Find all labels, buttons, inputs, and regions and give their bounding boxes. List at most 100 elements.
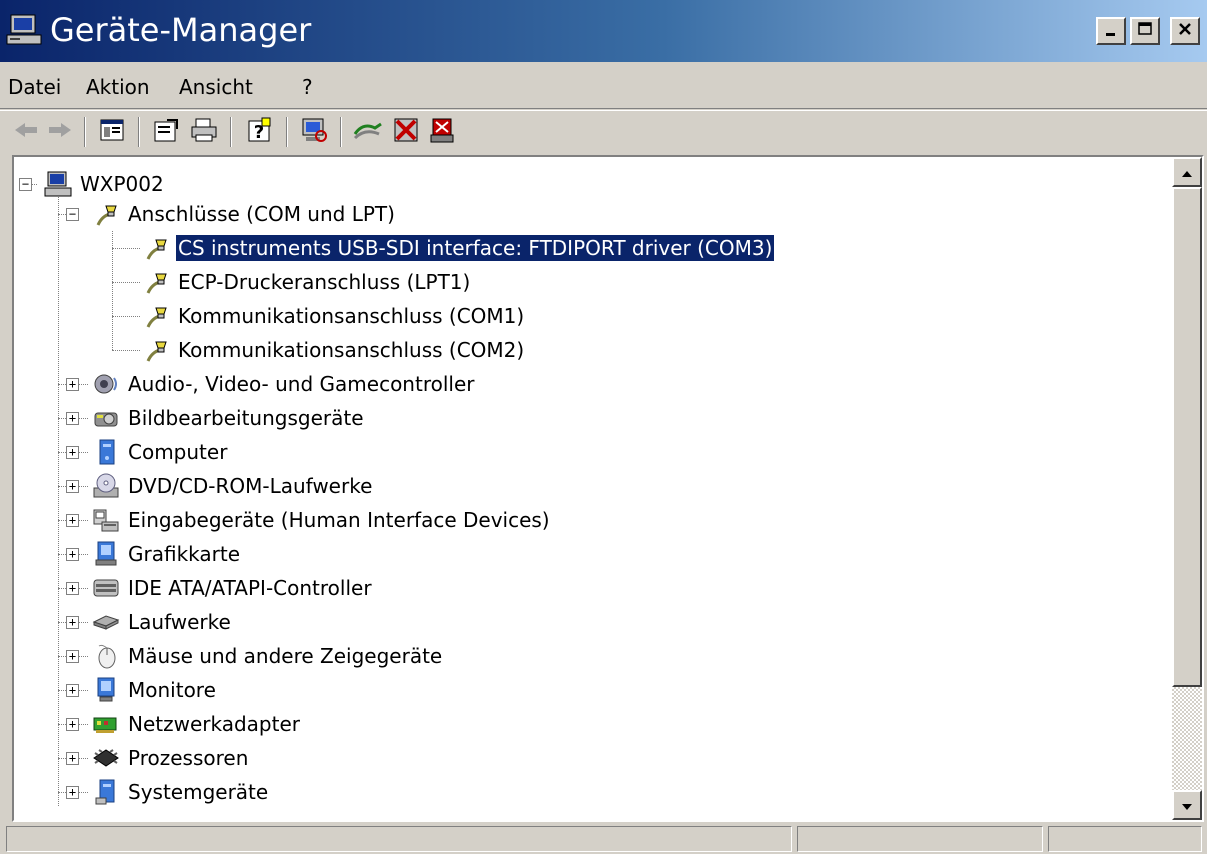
tree-category-label: Systemgeräte (128, 780, 269, 804)
menu-ansicht[interactable]: Ansicht (179, 74, 253, 100)
tree-category-imaging[interactable]: Bildbearbeitungsgeräte (92, 402, 366, 434)
tree-category-ide[interactable]: IDE ATA/ATAPI-Controller (92, 572, 374, 604)
console-tree-button[interactable] (96, 117, 128, 147)
expand-toggle[interactable]: + (66, 616, 79, 629)
expand-toggle[interactable]: + (66, 480, 79, 493)
computer-tower-icon (92, 438, 120, 466)
help-button[interactable]: ? (244, 117, 276, 147)
arrow-down-icon (1181, 796, 1193, 815)
expand-toggle[interactable]: + (66, 514, 79, 527)
tree-category-ports[interactable]: Anschlüsse (COM und LPT) (92, 198, 397, 230)
tree-device-com1[interactable]: Kommunikationsanschluss (COM1) (142, 300, 526, 332)
back-arrow-icon (13, 121, 39, 143)
tree-category-label: Netzwerkadapter (128, 712, 300, 736)
tree-line (112, 350, 140, 351)
scroll-thumb[interactable] (1172, 187, 1202, 687)
tree-root-label: WXP002 (80, 172, 164, 196)
disable-device-icon (392, 116, 420, 148)
update-driver-button[interactable] (352, 117, 384, 147)
device-manager-window: Geräte-Manager Datei Aktion Ansicht ? ? … (0, 0, 1207, 854)
uninstall-device-button[interactable] (426, 117, 458, 147)
expand-toggle[interactable]: + (66, 718, 79, 731)
tree-category-audio[interactable]: Audio-, Video- und Gamecontroller (92, 368, 476, 400)
expand-toggle[interactable]: + (66, 446, 79, 459)
disable-device-button[interactable] (390, 117, 422, 147)
toolbar-separator (138, 117, 140, 147)
scroll-up-button[interactable] (1172, 157, 1202, 187)
menu-help[interactable]: ? (302, 74, 313, 100)
tree-category-computer[interactable]: Computer (92, 436, 229, 468)
tree-category-mice[interactable]: Mäuse und andere Zeigegeräte (92, 640, 444, 672)
expand-toggle[interactable]: + (66, 412, 79, 425)
toolbar-separator (230, 117, 232, 147)
tree-device-label: ECP-Druckeranschluss (LPT1) (178, 270, 471, 294)
tree-root[interactable]: WXP002 (44, 168, 166, 200)
port-icon (142, 268, 170, 296)
printer-icon (190, 117, 218, 147)
expand-toggle[interactable]: + (66, 752, 79, 765)
close-button[interactable] (1170, 17, 1200, 45)
camera-icon (92, 404, 120, 432)
tree-line (112, 282, 140, 283)
menu-aktion[interactable]: Aktion (86, 74, 150, 100)
selected-device-label: CS instruments USB-SDI interface: FTDIPO… (174, 234, 776, 262)
tree-category-label: Prozessoren (128, 746, 249, 770)
expand-toggle[interactable]: + (66, 684, 79, 697)
keyboard-icon (92, 506, 120, 534)
tree-category-label: Audio-, Video- und Gamecontroller (128, 372, 475, 396)
print-button[interactable] (188, 117, 220, 147)
port-icon (142, 336, 170, 364)
tree-device-com2[interactable]: Kommunikationsanschluss (COM2) (142, 334, 526, 366)
expand-toggle[interactable]: + (66, 582, 79, 595)
tree-category-label: Mäuse und andere Zeigegeräte (128, 644, 443, 668)
collapse-toggle[interactable]: − (66, 208, 79, 221)
forward-arrow-icon (47, 121, 73, 143)
tree-category-network[interactable]: Netzwerkadapter (92, 708, 302, 740)
arrow-up-icon (1181, 163, 1193, 182)
tree-line (112, 248, 140, 249)
device-tree[interactable]: − WXP002 − Anschlüsse (COM und LPT) CS i… (12, 155, 1204, 822)
tree-category-monitors[interactable]: Monitore (92, 674, 218, 706)
expand-toggle[interactable]: + (66, 650, 79, 663)
status-panel (1048, 826, 1202, 852)
system-device-icon (92, 778, 120, 806)
scroll-track[interactable] (1172, 687, 1202, 790)
tree-category-dvd[interactable]: DVD/CD-ROM-Laufwerke (92, 470, 374, 502)
port-icon (142, 302, 170, 330)
expand-toggle[interactable]: + (66, 548, 79, 561)
processor-icon (92, 744, 120, 772)
expand-toggle[interactable]: + (66, 786, 79, 799)
maximize-icon (1137, 21, 1153, 41)
menu-datei[interactable]: Datei (8, 74, 61, 100)
forward-button[interactable] (44, 117, 76, 147)
tree-device-label: Kommunikationsanschluss (COM1) (178, 304, 525, 328)
tree-line (112, 316, 140, 317)
tree-category-processors[interactable]: Prozessoren (92, 742, 250, 774)
properties-button[interactable] (150, 117, 182, 147)
tree-category-graphics[interactable]: Grafikkarte (92, 538, 242, 570)
tree-device-label: Kommunikationsanschluss (COM2) (178, 338, 525, 362)
port-icon (142, 234, 170, 262)
expand-toggle[interactable]: + (66, 378, 79, 391)
tree-category-label: Grafikkarte (128, 542, 241, 566)
network-adapter-icon (92, 710, 120, 738)
toolbar-separator (84, 117, 86, 147)
scan-hardware-button[interactable] (298, 117, 330, 147)
tree-category-label: Eingabegeräte (Human Interface Devices) (128, 508, 550, 532)
tree-category-system[interactable]: Systemgeräte (92, 776, 270, 808)
monitor-icon (92, 676, 120, 704)
tree-category-hid[interactable]: Eingabegeräte (Human Interface Devices) (92, 504, 552, 536)
collapse-toggle[interactable]: − (19, 178, 32, 191)
scroll-down-button[interactable] (1172, 790, 1202, 820)
vertical-scrollbar[interactable] (1172, 157, 1202, 820)
tree-category-label: IDE ATA/ATAPI-Controller (128, 576, 372, 600)
back-button[interactable] (10, 117, 42, 147)
maximize-button[interactable] (1130, 17, 1160, 45)
title-bar[interactable]: Geräte-Manager (0, 0, 1207, 62)
minimize-button[interactable] (1096, 17, 1126, 45)
tree-device-com3[interactable]: CS instruments USB-SDI interface: FTDIPO… (142, 232, 776, 264)
tree-device-lpt1[interactable]: ECP-Druckeranschluss (LPT1) (142, 266, 472, 298)
computer-icon (6, 14, 44, 46)
tree-category-drives[interactable]: Laufwerke (92, 606, 233, 638)
toolbar: ? (0, 110, 1207, 153)
